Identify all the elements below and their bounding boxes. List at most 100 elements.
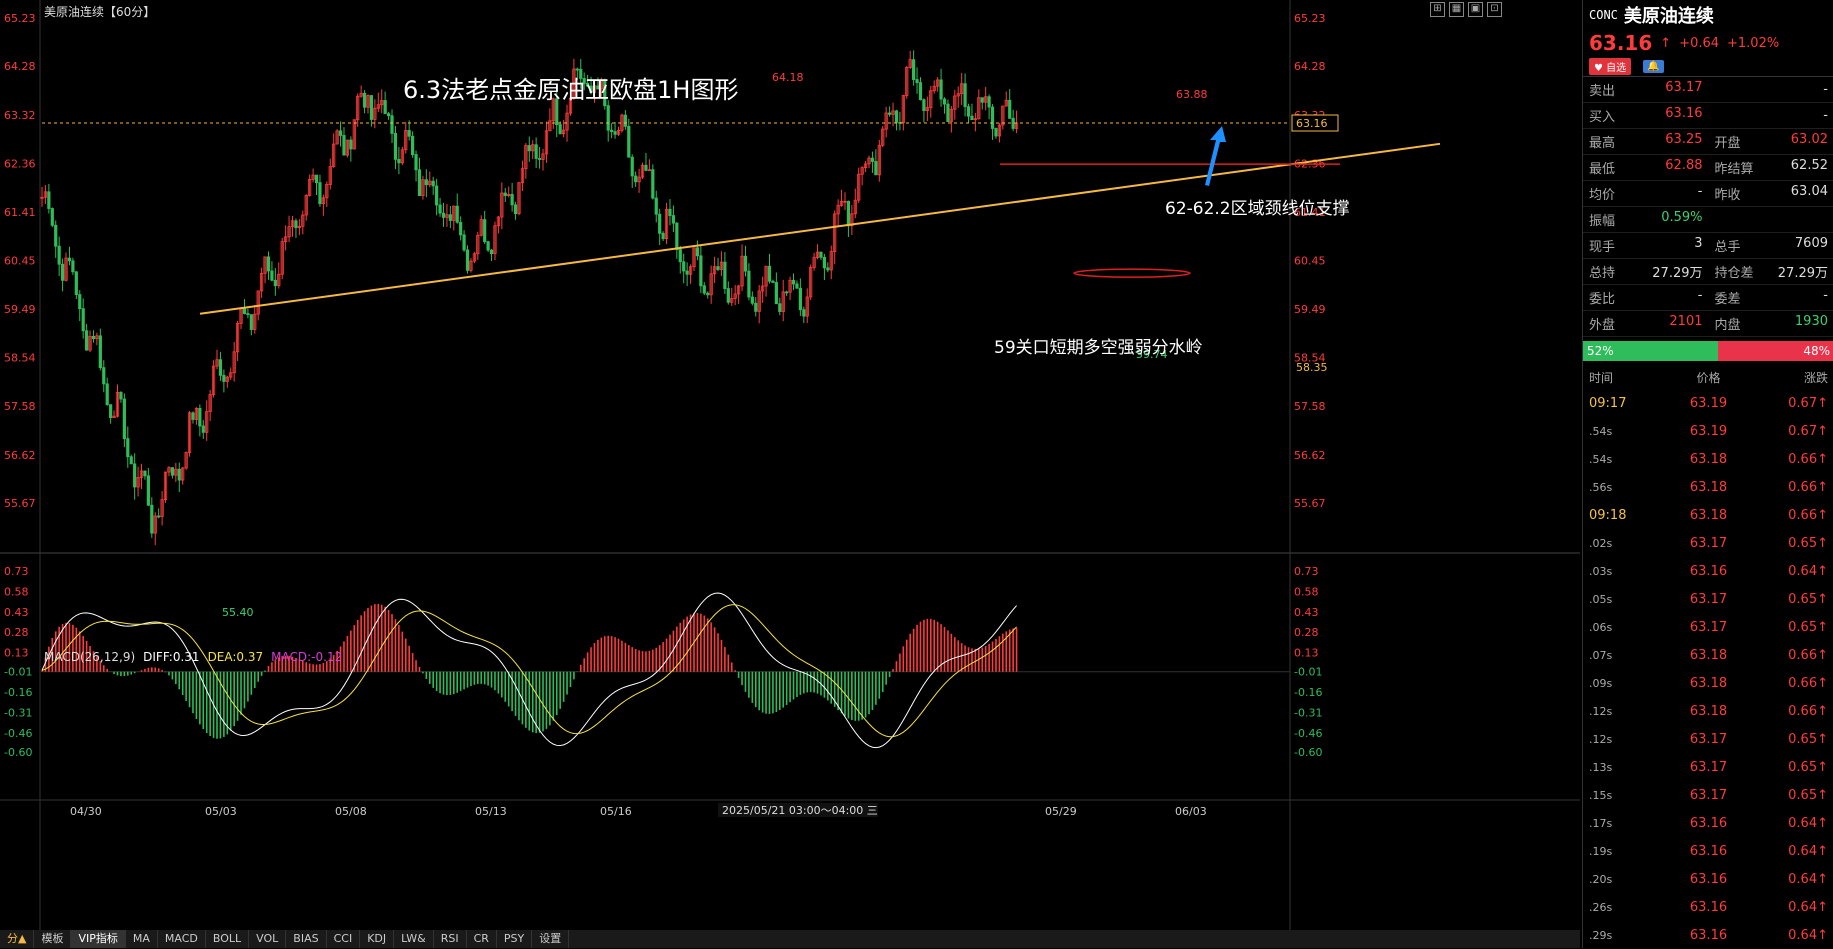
- indicator-tab[interactable]: BOLL: [206, 930, 249, 948]
- watershed-annotation: 59关口短期多空强弱分水岭: [994, 333, 1203, 358]
- quote-stat-cell: 持仓差27.29万: [1709, 262, 1833, 281]
- tick-time: 09:17: [1589, 396, 1659, 411]
- candle-body: [686, 271, 688, 274]
- stat-value: 7609: [1795, 236, 1828, 255]
- tick-time: .07s: [1589, 649, 1659, 662]
- stat-value: 63.25: [1665, 132, 1702, 151]
- candle-body: [247, 314, 249, 315]
- candle-body: [947, 104, 949, 121]
- candle-body: [888, 113, 890, 114]
- stat-label: 委差: [1715, 288, 1741, 307]
- stat-label: 总持: [1589, 262, 1615, 281]
- indicator-tab[interactable]: CR: [467, 930, 497, 948]
- candle-body: [463, 235, 465, 250]
- candle-body: [487, 242, 489, 250]
- candle-body: [55, 225, 57, 246]
- indicator-tab[interactable]: LW&: [394, 930, 434, 948]
- candle-body: [768, 266, 770, 281]
- candle-body: [634, 176, 636, 182]
- alert-bell-icon[interactable]: 🔔: [1643, 60, 1663, 73]
- macd-axis-left-label: -0.60: [4, 746, 32, 759]
- quote-stat-cell: 外盘2101: [1583, 314, 1709, 333]
- price-axis-right-label: 59.49: [1294, 303, 1326, 316]
- candle-body: [85, 331, 87, 350]
- tick-time: .05s: [1589, 593, 1659, 606]
- candle-body: [370, 96, 372, 120]
- tick-change: 0.66↑: [1758, 648, 1828, 663]
- indicator-tab[interactable]: BIAS: [286, 930, 326, 948]
- indicator-tab[interactable]: RSI: [434, 930, 467, 948]
- tick-time: .54s: [1589, 425, 1659, 438]
- tick-row: .29s63.160.64↑: [1583, 921, 1833, 949]
- candle-body: [411, 136, 413, 154]
- quote-stat-row: 卖出63.17-: [1583, 77, 1833, 103]
- tick-change: 0.67↑: [1758, 424, 1828, 439]
- tick-change: 0.64↑: [1758, 564, 1828, 579]
- quote-stat-cell: 总手 7609: [1709, 236, 1833, 255]
- macd-axis-left-label: 0.58: [4, 585, 29, 598]
- candle-body: [679, 250, 681, 262]
- stat-label: 最高: [1589, 132, 1615, 151]
- price-axis-left-label: 59.49: [4, 303, 36, 316]
- candle-body: [744, 256, 746, 271]
- indicator-tab[interactable]: VIP指标: [71, 930, 125, 948]
- candle-body: [82, 309, 84, 331]
- tick-row: 09:1863.180.66↑: [1583, 501, 1833, 529]
- tick-row: .15s63.170.65↑: [1583, 781, 1833, 809]
- candle-body: [700, 256, 702, 286]
- quote-stat-cell: 开盘63.02: [1709, 132, 1833, 151]
- candle-body: [967, 107, 969, 117]
- indicator-tab[interactable]: 模板: [34, 930, 71, 948]
- candle-body: [662, 233, 664, 238]
- date-axis-label: 05/08: [335, 805, 367, 818]
- tick-change: 0.65↑: [1758, 592, 1828, 607]
- chart-area[interactable]: 美原油连续【60分】 ⊞ ▦ ▣ ⊡ 65.2365.2364.2864.286…: [0, 0, 1580, 948]
- price-change: +0.64: [1679, 36, 1719, 51]
- price-chart[interactable]: 65.2365.2364.2864.2863.3263.3262.3662.36…: [0, 0, 1580, 948]
- candle-body: [178, 469, 180, 480]
- indicator-tab[interactable]: 设置: [532, 930, 569, 948]
- tick-price: 63.17: [1659, 536, 1758, 551]
- stat-label: 外盘: [1589, 314, 1615, 333]
- price-axis-left-label: 55.67: [4, 497, 36, 510]
- period-selector[interactable]: 分▲: [0, 930, 34, 948]
- indicator-tab[interactable]: MA: [126, 930, 158, 948]
- indicator-tab[interactable]: MACD: [158, 930, 206, 948]
- tick-change: 0.64↑: [1758, 844, 1828, 859]
- stat-value: 27.29万: [1778, 262, 1828, 281]
- quote-stat-cell: 昨收63.04: [1709, 184, 1833, 203]
- macd-axis-left-label: 0.73: [4, 565, 29, 578]
- price-axis-left-label: 60.45: [4, 255, 36, 268]
- tick-change: 0.65↑: [1758, 760, 1828, 775]
- candle-body: [792, 280, 794, 284]
- high-label: 63.88: [1176, 88, 1208, 101]
- candle-body: [919, 83, 921, 100]
- tick-price: 63.18: [1659, 648, 1758, 663]
- add-favorite-button[interactable]: ♥ 自选: [1589, 58, 1631, 75]
- tick-time: .06s: [1589, 621, 1659, 634]
- stat-label: 总手: [1715, 236, 1741, 255]
- candle-body: [202, 426, 204, 432]
- candle-body: [267, 257, 269, 271]
- candle-body: [109, 405, 111, 418]
- indicator-tab[interactable]: VOL: [249, 930, 286, 948]
- stat-label: 内盘: [1715, 314, 1741, 333]
- quote-stat-row: 最低62.88昨结算62.52: [1583, 155, 1833, 181]
- candle-body: [995, 128, 997, 136]
- indicator-tab[interactable]: KDJ: [360, 930, 394, 948]
- candle-body: [748, 271, 750, 297]
- candle-body: [923, 100, 925, 111]
- candle-body: [343, 135, 345, 155]
- quote-stat-row: 振幅0.59%: [1583, 207, 1833, 233]
- quote-actions: ♥ 自选 🔔: [1583, 56, 1833, 76]
- macd-axis-right-label: 0.58: [1294, 585, 1319, 598]
- indicator-tab[interactable]: PSY: [497, 930, 532, 948]
- indicator-tab[interactable]: CCI: [327, 930, 361, 948]
- candle-body: [387, 114, 389, 116]
- candle-body: [964, 84, 966, 107]
- high-label: 64.18: [772, 71, 804, 84]
- tick-list[interactable]: 09:1763.190.67↑.54s63.190.67↑.54s63.180.…: [1583, 389, 1833, 949]
- candle-body: [120, 392, 122, 399]
- candle-body: [504, 193, 506, 196]
- stat-value: -: [1698, 184, 1703, 203]
